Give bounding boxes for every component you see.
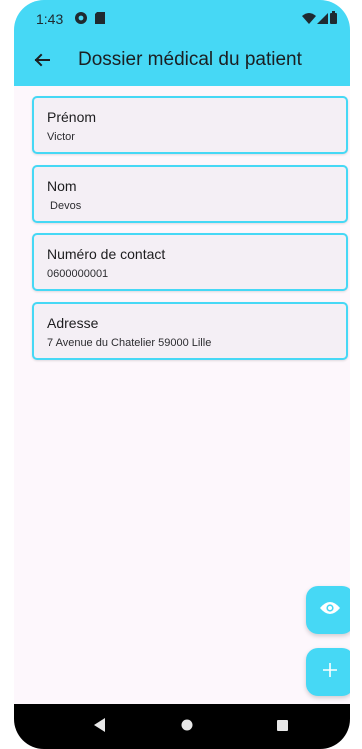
field-value: Devos — [47, 200, 82, 212]
signal-icon — [317, 12, 328, 30]
add-button[interactable] — [306, 648, 350, 696]
back-triangle-icon — [94, 717, 106, 737]
field-label: Adresse — [47, 315, 99, 331]
page-title: Dossier médical du patient — [78, 49, 302, 70]
field-value: 7 Avenue du Chatelier 59000 Lille — [47, 337, 212, 349]
nav-recents-button[interactable] — [272, 717, 292, 737]
app-bar: Dossier médical du patient — [14, 38, 350, 86]
navigation-bar — [14, 704, 350, 749]
field-value: Victor — [47, 131, 75, 143]
recents-square-icon — [276, 718, 288, 736]
wifi-icon — [302, 12, 316, 30]
eye-icon — [320, 601, 340, 620]
field-label: Numéro de contact — [47, 246, 166, 262]
phone-screen: 1:43 Dossier médical du patient Prénom V… — [14, 0, 350, 749]
sim-card-icon — [94, 11, 106, 30]
status-bar: 1:43 — [14, 0, 350, 38]
arrow-left-icon — [33, 51, 51, 74]
status-time: 1:43 — [36, 11, 64, 27]
field-card-nom[interactable]: Nom Devos — [32, 165, 348, 223]
back-button[interactable] — [26, 46, 58, 78]
view-button[interactable] — [306, 586, 350, 634]
field-card-prenom[interactable]: Prénom Victor — [32, 96, 348, 154]
field-card-contact[interactable]: Numéro de contact 0600000001 — [32, 233, 348, 291]
field-value: 0600000001 — [47, 268, 109, 280]
circle-notification-icon — [74, 11, 88, 30]
battery-icon — [330, 11, 337, 29]
field-label: Prénom — [47, 109, 97, 125]
plus-icon — [323, 662, 337, 682]
nav-back-button[interactable] — [90, 717, 110, 737]
nav-home-button[interactable] — [177, 717, 197, 737]
field-card-adresse[interactable]: Adresse 7 Avenue du Chatelier 59000 Lill… — [32, 302, 348, 360]
home-circle-icon — [181, 718, 193, 736]
header-area: 1:43 Dossier médical du patient — [14, 0, 350, 86]
field-label: Nom — [47, 178, 77, 194]
